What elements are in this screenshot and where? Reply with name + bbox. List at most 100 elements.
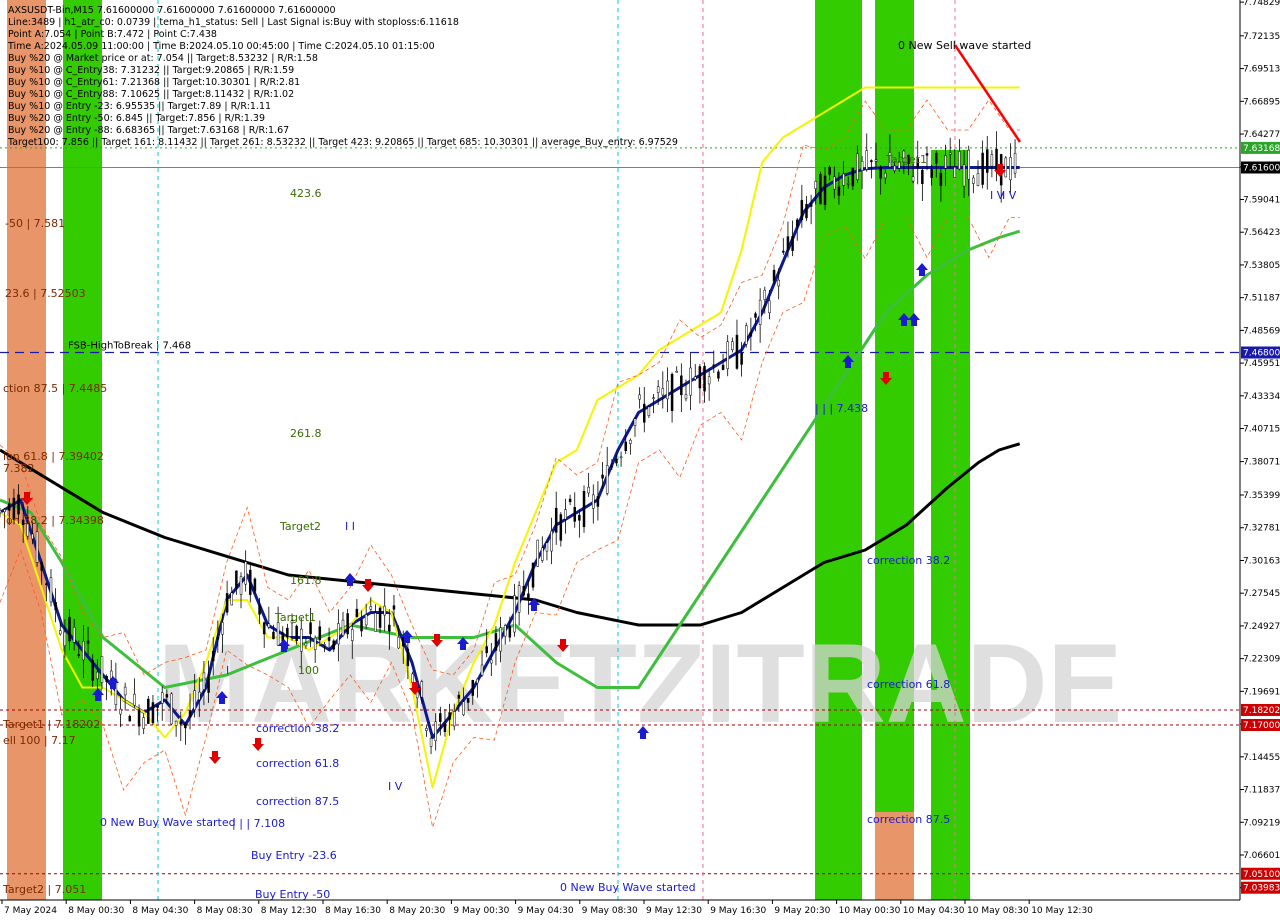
- candle-body: [68, 617, 71, 642]
- y-tick-label: 7.66895: [1243, 97, 1280, 107]
- candle-body: [179, 721, 183, 725]
- candle-body: [462, 701, 465, 716]
- candle-body: [550, 530, 553, 552]
- candle-body: [573, 506, 576, 522]
- candle-body: [1009, 157, 1012, 181]
- candle-body: [782, 250, 785, 253]
- x-tick-label: 10 May 00:30: [839, 906, 901, 916]
- candle-body: [304, 642, 308, 647]
- candle-body: [740, 352, 743, 365]
- candle-body: [666, 380, 669, 400]
- candle-body: [35, 531, 39, 563]
- candle-body: [337, 623, 340, 645]
- candle-body: [587, 486, 590, 494]
- candle-body: [258, 605, 261, 615]
- candle-body: [675, 370, 678, 373]
- left-level-label-1: 23.6 | 7.52503: [5, 287, 86, 300]
- info-line-3: Time A:2024.05.09 11:00:00 | Time B:2024…: [7, 41, 435, 52]
- x-tick-label: 8 May 00:30: [68, 906, 124, 916]
- candle-body: [517, 585, 521, 613]
- candle-body: [842, 173, 845, 186]
- candle-body: [332, 640, 335, 650]
- candle-body: [508, 626, 512, 638]
- wave-label-12: I V: [388, 780, 403, 793]
- wave-label-8: | | | 7.438: [815, 402, 868, 415]
- candle-body: [814, 181, 818, 189]
- fib-label-5: 100: [298, 664, 319, 677]
- wave-label-7: 0 New Buy Wave started: [560, 881, 696, 894]
- y-tick-label: 7.38071: [1243, 458, 1280, 468]
- y-tick-label: 7.59041: [1243, 195, 1280, 205]
- left-level-label-4: 7.382: [3, 462, 35, 475]
- candle-body: [244, 561, 247, 585]
- candle-body: [100, 656, 104, 683]
- x-tick-label: 8 May 20:30: [389, 906, 445, 916]
- wave-label-4: | | | 7.108: [232, 817, 285, 830]
- candle-body: [777, 279, 780, 287]
- candle-body: [833, 176, 836, 190]
- y-tick-label: 7.11837: [1243, 786, 1280, 796]
- candle-body: [165, 694, 169, 698]
- candle-body: [800, 200, 804, 221]
- y-tick-label: 7.74829: [1243, 0, 1280, 8]
- candle-body: [490, 659, 493, 664]
- fib-label-6: Target1: [885, 153, 927, 166]
- candle-body: [133, 693, 136, 706]
- wave-label-15: I I: [345, 520, 355, 533]
- candle-body: [768, 300, 771, 314]
- info-line-0: AXSUSDT-Bin,M15 7.61600000 7.61600000 7.…: [8, 5, 336, 16]
- x-tick-label: 10 May 08:30: [967, 906, 1029, 916]
- candle-body: [911, 176, 915, 182]
- candle-body: [276, 622, 280, 646]
- candle-body: [499, 627, 502, 652]
- info-line-2: Point A:7.054 | Point B:7.472 | Point C:…: [8, 29, 217, 40]
- candle-body: [480, 664, 484, 676]
- candle-body: [309, 622, 312, 635]
- candle-body: [392, 605, 396, 610]
- candle-body: [536, 539, 539, 567]
- candle-body: [828, 166, 831, 175]
- price-tag-label-1: 7.61600: [1243, 164, 1280, 174]
- y-tick-label: 7.69513: [1243, 65, 1280, 75]
- candle-body: [554, 507, 558, 533]
- candle-body: [786, 236, 790, 251]
- candle-body: [656, 386, 660, 393]
- candle-body: [870, 160, 873, 163]
- candle-body: [633, 418, 637, 426]
- y-tick-label: 7.24927: [1243, 622, 1280, 632]
- price-tag-label-5: 7.05100: [1243, 870, 1280, 880]
- candle-body: [40, 562, 43, 571]
- candle-body: [262, 622, 266, 635]
- candle-body: [59, 630, 62, 635]
- info-line-8: Buy %10 @ Entry -23: 6.95535 || Target:7…: [8, 101, 271, 112]
- candle-body: [119, 708, 122, 715]
- price-tag-label-4: 7.17000: [1243, 721, 1280, 731]
- candle-body: [86, 640, 90, 644]
- candle-body: [758, 299, 762, 325]
- candle-body: [485, 646, 488, 654]
- candle-body: [239, 576, 243, 595]
- candle-body: [610, 465, 614, 468]
- candle-body: [879, 166, 882, 179]
- x-tick-label: 10 May 04:30: [903, 906, 965, 916]
- candle-body: [953, 166, 957, 178]
- wave-label-11: correction 87.5: [867, 813, 950, 826]
- wave-label-6: Buy Entry -50: [255, 888, 330, 901]
- candle-body: [703, 365, 706, 392]
- candle-body: [874, 159, 878, 162]
- candle-body: [578, 514, 581, 521]
- candle-body: [434, 721, 437, 742]
- y-tick-label: 7.64277: [1243, 130, 1280, 140]
- candle-body: [351, 629, 354, 641]
- candle-body: [142, 717, 145, 729]
- info-line-1: Line:3489 | h1_atr_c0: 0.0739 | tema_h1_…: [8, 17, 459, 28]
- x-tick-label: 7 May 2024: [4, 906, 57, 916]
- candle-body: [948, 152, 952, 155]
- candle-body: [837, 186, 841, 196]
- candle-body: [958, 151, 961, 170]
- candle-body: [397, 636, 400, 649]
- candle-body: [643, 403, 646, 423]
- candle-body: [476, 678, 479, 684]
- wave-label-16: I: [226, 664, 229, 677]
- y-tick-label: 7.72135: [1243, 32, 1280, 42]
